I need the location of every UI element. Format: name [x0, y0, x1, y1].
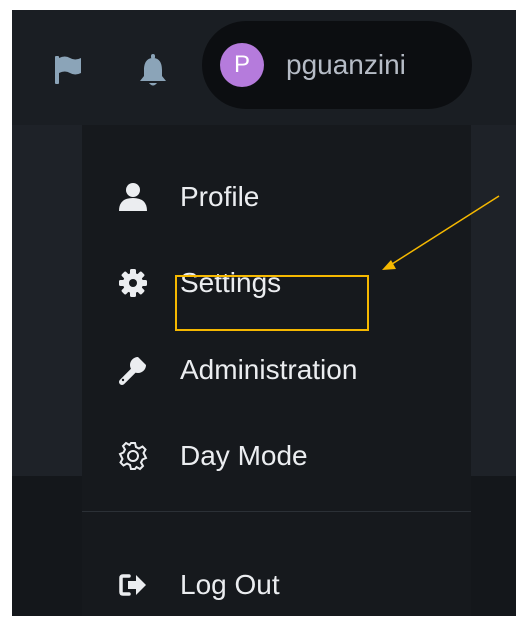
menu-item-label: Log Out — [180, 569, 280, 600]
top-navbar: P pguanzini — [12, 10, 516, 125]
menu-item-settings[interactable]: Settings — [82, 253, 471, 313]
app-window: P pguanzini Profile Settings Administrat… — [12, 10, 516, 616]
menu-item-profile[interactable]: Profile — [82, 167, 471, 227]
username-label: pguanzini — [286, 49, 406, 80]
menu-item-label: Day Mode — [180, 440, 308, 471]
avatar: P — [220, 43, 264, 87]
gear-outline-icon — [118, 441, 148, 471]
wrench-icon — [119, 356, 147, 385]
sign-out-icon — [119, 574, 146, 596]
menu-item-log-out[interactable]: Log Out — [82, 555, 471, 615]
menu-item-label: Settings — [180, 267, 282, 298]
bell-icon[interactable] — [138, 54, 168, 88]
gear-icon — [119, 269, 147, 297]
menu-item-label: Profile — [180, 181, 260, 212]
menu-item-day-mode[interactable]: Day Mode — [82, 426, 471, 486]
menu-divider — [82, 511, 471, 512]
flag-icon[interactable] — [52, 54, 84, 86]
menu-item-administration[interactable]: Administration — [82, 340, 471, 400]
user-dropdown-menu: Profile Settings Administration Day Mode… — [82, 125, 471, 616]
user-icon — [119, 183, 147, 211]
menu-item-label: Administration — [180, 354, 358, 385]
user-menu-button[interactable]: P pguanzini — [202, 21, 472, 109]
